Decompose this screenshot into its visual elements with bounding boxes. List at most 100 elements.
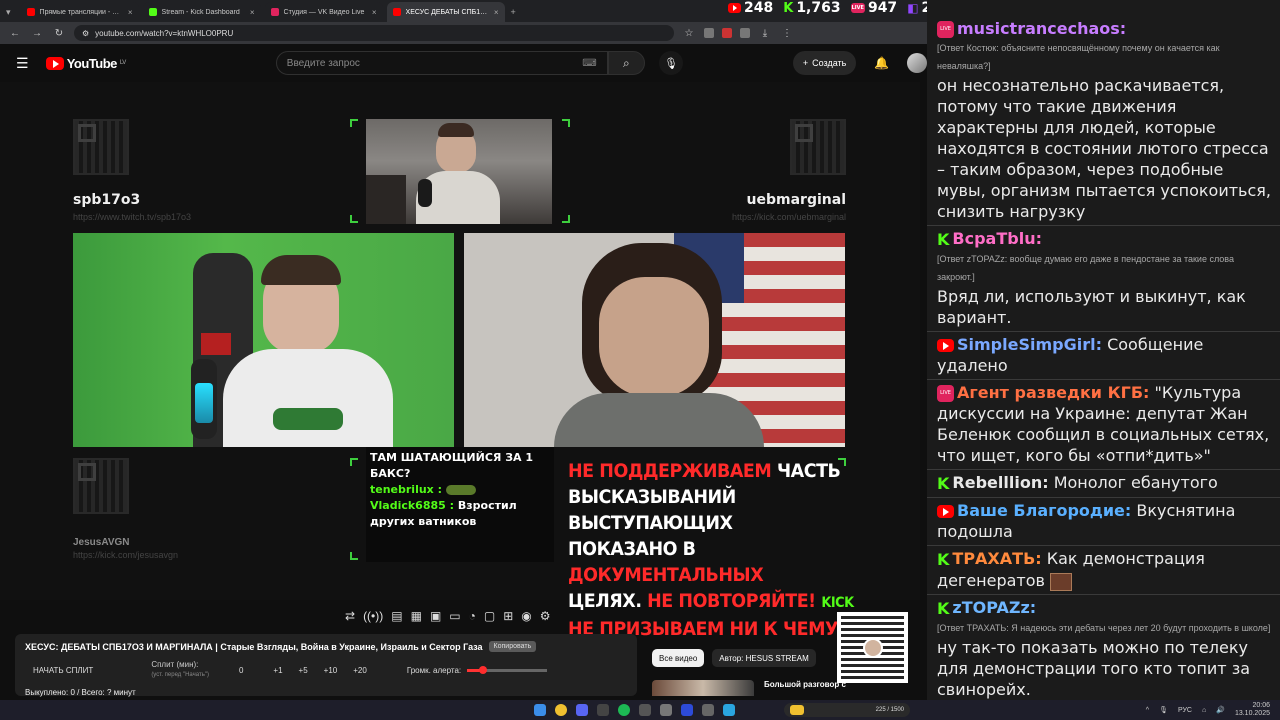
split-status: Выкуплено: 0 / Всего: ? минут: [25, 688, 136, 697]
hamburger-menu-icon[interactable]: ☰: [16, 55, 40, 72]
broadcast-icon[interactable]: ((•)): [363, 609, 383, 623]
mic-tray-icon[interactable]: 🎙: [1159, 706, 1168, 714]
app-icon[interactable]: [702, 704, 714, 716]
picture-in-picture-icon[interactable]: ▣: [430, 609, 441, 623]
chat-message: KzTOPAZz: [Ответ ТРАХАТЬ: Я надеюсь эти д…: [927, 595, 1280, 700]
youtube-logo[interactable]: YouTube LV: [45, 56, 126, 71]
recommended-video[interactable]: Большой разговор с: [652, 680, 846, 696]
gear-icon[interactable]: ⚙: [540, 609, 551, 623]
browser-tab[interactable]: Прямые трансляции - YouTube ×: [20, 2, 139, 22]
camera-icon[interactable]: ◉: [521, 609, 531, 623]
guest-face: [599, 277, 709, 397]
discord-icon[interactable]: [576, 704, 588, 716]
telegram-icon[interactable]: [723, 704, 735, 716]
chat-username[interactable]: SimpleSimpGirl:: [957, 335, 1102, 354]
chat-message-list[interactable]: LIVE musictrancechaos: [Ответ Костюк: объя…: [927, 16, 1280, 700]
theater-icon[interactable]: ▭: [449, 609, 460, 623]
kick-logo-text: KICK: [821, 595, 854, 611]
related-filter-chips: Все видео Автор: HESUS STREAM: [652, 649, 816, 667]
avatar[interactable]: [907, 53, 928, 73]
loop-icon[interactable]: ⇄: [345, 609, 355, 623]
close-tab-icon[interactable]: ×: [372, 8, 377, 17]
chat-username[interactable]: Ваше Благородие:: [957, 501, 1131, 520]
speed-gauge-icon[interactable]: ◔: [469, 609, 476, 623]
chip-all-videos[interactable]: Все видео: [652, 649, 705, 667]
chat-text: он несознательно раскачивается, потому ч…: [937, 76, 1271, 221]
browser-tab[interactable]: Студия — VK Видео Live ×: [264, 2, 383, 22]
app-icon[interactable]: [681, 704, 693, 716]
bookmark-star-icon[interactable]: ☆: [682, 28, 696, 39]
alert-volume-slider[interactable]: [467, 665, 548, 674]
disclaimer-white: ПОКАЗАНО В: [568, 538, 696, 560]
create-button[interactable]: + Создать: [792, 51, 857, 75]
mic-rgb-light: [195, 383, 213, 423]
qr-code-image: [73, 458, 129, 514]
new-tab-button[interactable]: +: [505, 2, 522, 22]
network-icon[interactable]: ⌂: [1202, 707, 1206, 714]
start-icon[interactable]: [534, 704, 546, 716]
start-split-button[interactable]: НАЧАТЬ СПЛИТ: [25, 664, 101, 677]
keyboard-icon[interactable]: ⌨: [582, 58, 596, 69]
alert-volume-handle[interactable]: [479, 665, 488, 674]
chat-username[interactable]: Rebelllion:: [952, 473, 1048, 492]
reload-icon[interactable]: ↻: [52, 28, 66, 39]
windows-taskbar: 225 / 1500 ^ 🎙 РУС ⌂ 🔊 20:06 13.10.2025: [0, 700, 1280, 720]
forward-icon[interactable]: →: [30, 28, 44, 39]
viewer-count: 947: [867, 0, 898, 16]
url-text: youtube.com/watch?v=ktnWHLO0PRU: [95, 28, 234, 38]
search-input[interactable]: Введите запрос ⌨: [275, 51, 608, 75]
add-clip-icon[interactable]: ⊞: [503, 609, 513, 623]
kick-goal-progress: 225 / 1500: [875, 707, 904, 713]
streamer-url-right: https://kick.com/uebmarginal: [731, 212, 846, 222]
volume-icon[interactable]: 🔊: [1216, 706, 1225, 714]
obs-icon[interactable]: [639, 704, 651, 716]
extension-icon[interactable]: [704, 28, 714, 38]
add-5-button[interactable]: +5: [299, 666, 308, 675]
tab-search-icon[interactable]: ▾: [0, 2, 17, 22]
notifications-bell-icon[interactable]: 🔔: [874, 56, 889, 70]
copy-title-button[interactable]: Копировать: [488, 641, 537, 652]
chat-username[interactable]: zTOPAZz:: [952, 598, 1036, 617]
clock[interactable]: 20:06 13.10.2025: [1235, 702, 1270, 718]
close-tab-icon[interactable]: ×: [250, 8, 255, 17]
spotify-icon[interactable]: [618, 704, 630, 716]
guest-webcam-left: [73, 233, 454, 447]
chat-username[interactable]: musictrancechaos:: [957, 19, 1126, 38]
chat-username[interactable]: ВсраTblu:: [952, 229, 1042, 248]
voice-search-button[interactable]: 🎙: [659, 51, 683, 75]
chip-author[interactable]: Автор: HESUS STREAM: [712, 649, 816, 667]
site-info-icon[interactable]: ⚙: [82, 29, 89, 38]
video-title: ХЕСУС: ДЕБАТЫ СПБ17О3 И МАРГИНАЛА | Стар…: [25, 641, 483, 652]
frame-icon[interactable]: ▢: [484, 609, 495, 623]
film-icon[interactable]: ▦: [411, 609, 422, 623]
add-10-button[interactable]: +10: [324, 666, 338, 675]
close-tab-icon[interactable]: ×: [494, 8, 499, 17]
clock-time: 20:06: [1252, 702, 1270, 709]
tab-favicon-icon: [26, 8, 35, 16]
browser-tab[interactable]: ХЕСУС ДЕБАТЫ СПБ17О3 И ×: [386, 2, 505, 22]
keyboard-language[interactable]: РУС: [1178, 707, 1192, 714]
add-1-button[interactable]: +1: [273, 666, 282, 675]
split-minutes-input[interactable]: 0: [239, 666, 243, 675]
chrome-icon[interactable]: [555, 704, 567, 716]
steam-icon[interactable]: [597, 704, 609, 716]
chevron-up-icon[interactable]: ^: [1146, 707, 1149, 714]
extension-icon[interactable]: [722, 28, 732, 38]
settings-card-icon[interactable]: ▤: [391, 609, 402, 623]
back-icon[interactable]: ←: [8, 28, 22, 39]
download-icon[interactable]: ⤓: [758, 28, 772, 39]
menu-dots-icon[interactable]: ⋮: [780, 28, 794, 39]
add-20-button[interactable]: +20: [353, 666, 367, 675]
close-tab-icon[interactable]: ×: [128, 8, 133, 17]
chat-username[interactable]: Агент разведки КГБ:: [957, 383, 1149, 402]
shirt-print: [273, 408, 343, 430]
vk-live-icon: LIVE: [937, 385, 954, 402]
app-icon[interactable]: [660, 704, 672, 716]
recommended-thumbnail: [652, 680, 754, 696]
search-button[interactable]: ⌕: [607, 51, 646, 75]
address-bar[interactable]: ⚙ youtube.com/watch?v=ktnWHLO0PRU: [74, 25, 674, 41]
extension-icon[interactable]: [740, 28, 750, 38]
browser-tab[interactable]: Stream - Kick Dashboard ×: [142, 2, 261, 22]
chat-window-titlebar: [927, 0, 1280, 14]
chat-username[interactable]: ТРАХАТЬ:: [952, 549, 1041, 568]
